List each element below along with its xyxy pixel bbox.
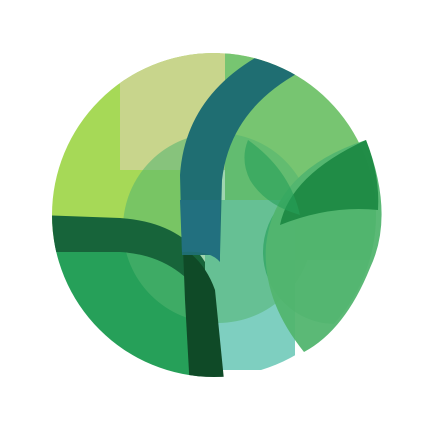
tree-circle-logo bbox=[52, 53, 382, 377]
logo-canvas bbox=[0, 0, 434, 434]
